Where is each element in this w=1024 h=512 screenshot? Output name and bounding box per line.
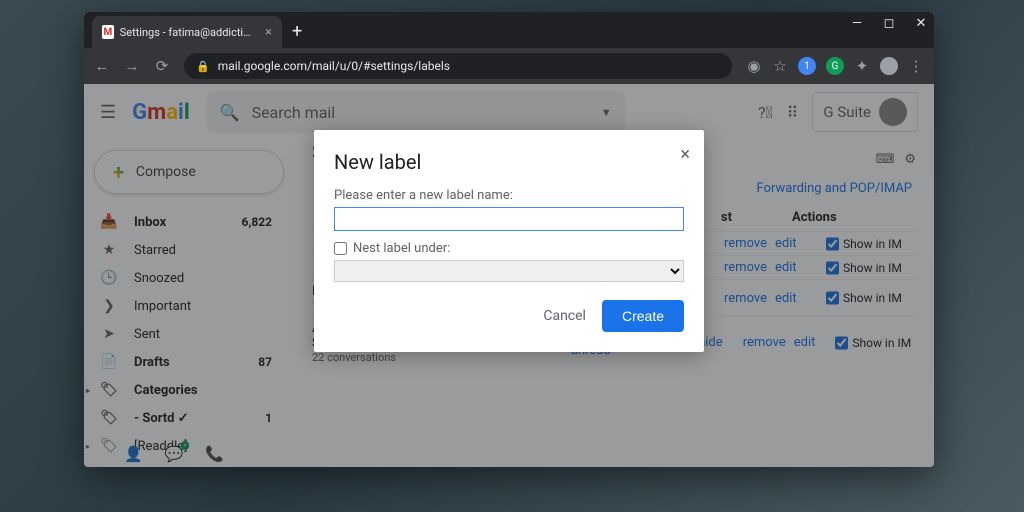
nest-checkbox[interactable] bbox=[334, 242, 347, 255]
menu-icon[interactable]: ⋮ bbox=[908, 57, 924, 75]
extension-icon[interactable]: 1 bbox=[798, 57, 816, 75]
browser-tab[interactable]: M Settings - fatima@addictivetips.c × bbox=[92, 16, 282, 48]
back-icon[interactable]: ← bbox=[94, 57, 110, 75]
cancel-button[interactable]: Cancel bbox=[543, 308, 586, 324]
minimize-icon[interactable]: ― bbox=[850, 16, 864, 31]
tab-title: Settings - fatima@addictivetips.c bbox=[120, 26, 255, 39]
tab-close-icon[interactable]: × bbox=[265, 25, 272, 40]
maximize-icon[interactable]: ◻ bbox=[882, 16, 896, 31]
address-bar[interactable]: 🔒 mail.google.com/mail/u/0/#settings/lab… bbox=[184, 53, 732, 79]
dialog-close-icon[interactable]: × bbox=[680, 144, 690, 165]
forward-icon[interactable]: → bbox=[124, 57, 140, 75]
label-name-input[interactable] bbox=[334, 207, 684, 231]
create-button[interactable]: Create bbox=[602, 300, 684, 332]
dialog-title: New label bbox=[334, 150, 684, 174]
star-icon[interactable]: ☆ bbox=[772, 57, 788, 75]
eye-icon[interactable]: ◉ bbox=[746, 57, 762, 75]
reload-icon[interactable]: ⟳ bbox=[154, 57, 170, 75]
close-icon[interactable]: ✕ bbox=[914, 16, 928, 31]
dialog-prompt: Please enter a new label name: bbox=[334, 188, 684, 203]
profile-icon[interactable] bbox=[880, 57, 898, 75]
lock-icon: 🔒 bbox=[196, 60, 210, 73]
extension-icon[interactable]: G bbox=[826, 57, 844, 75]
new-tab-button[interactable]: + bbox=[282, 21, 312, 48]
url-text: mail.google.com/mail/u/0/#settings/label… bbox=[218, 59, 450, 73]
tab-favicon: M bbox=[102, 25, 114, 39]
new-label-dialog: × New label Please enter a new label nam… bbox=[314, 130, 704, 352]
nest-parent-select[interactable] bbox=[334, 260, 684, 282]
extensions-icon[interactable]: ✦ bbox=[854, 57, 870, 75]
nest-checkbox-row[interactable]: Nest label under: bbox=[334, 241, 684, 256]
